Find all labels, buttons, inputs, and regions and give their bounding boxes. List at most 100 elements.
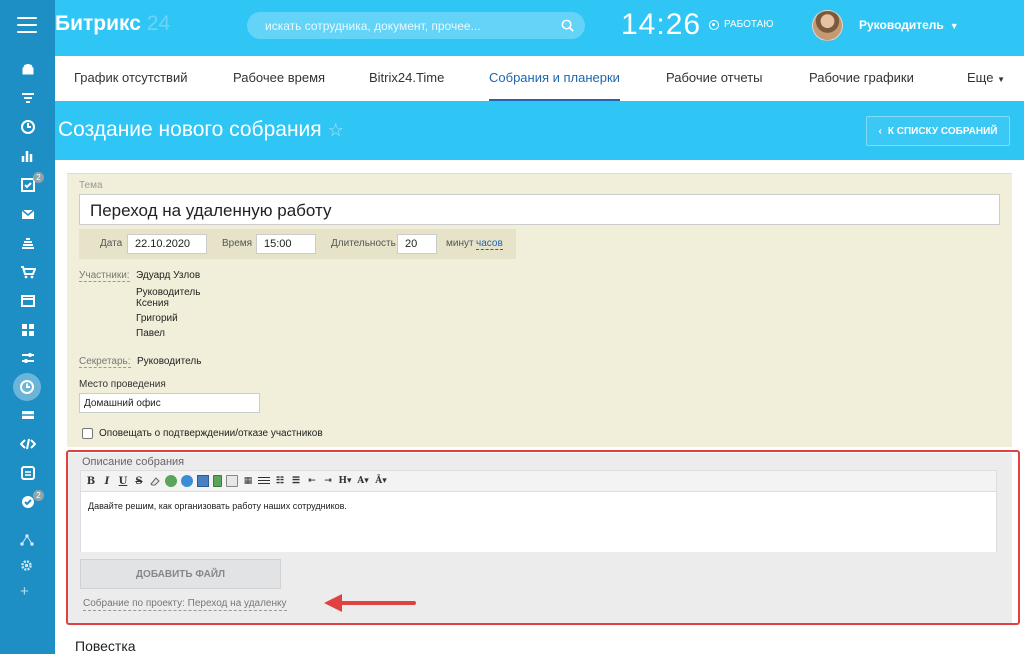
work-status-label: РАБОТАЮ [724, 19, 774, 30]
participant[interactable]: Руководитель [136, 287, 200, 298]
participant[interactable]: Павел [136, 328, 200, 339]
user-menu[interactable]: Руководитель ▼ [859, 18, 959, 32]
back-to-list-label: К СПИСКУ СОБРАНИЙ [887, 125, 998, 137]
notify-option[interactable]: Оповещать о подтверждении/отказе участни… [82, 428, 323, 439]
add-file-button[interactable]: ДОБАВИТЬ ФАЙЛ [80, 559, 281, 589]
main-card: Тема Переход на удаленную работу Дата 22… [55, 160, 1024, 654]
time-icon[interactable] [13, 373, 41, 401]
indent-icon[interactable]: ⇥ [322, 475, 334, 487]
tab-meetings[interactable]: Собрания и планерки [489, 70, 620, 101]
italic-icon[interactable]: I [101, 475, 113, 487]
tab-work-schedules[interactable]: Рабочие графики [809, 70, 914, 85]
participant[interactable]: Григорий [136, 313, 200, 324]
outdent-icon[interactable]: ⇤ [306, 475, 318, 487]
globe-icon[interactable] [181, 475, 193, 487]
sites-icon[interactable] [17, 291, 39, 311]
video-icon[interactable] [213, 475, 222, 487]
duration-input[interactable]: 20 [397, 234, 437, 254]
description-editor[interactable]: Давайте решим, как организовать работу н… [80, 492, 997, 552]
bullet-list-icon[interactable]: ☰ [290, 475, 302, 487]
gear-icon[interactable] [20, 559, 33, 575]
description-section: Описание собрания B I U S ▦ ☷ ☰ ⇤ ⇥ H▾ A… [67, 453, 1012, 623]
secretary-label[interactable]: Секретарь: [79, 356, 131, 368]
place-label: Место проведения [79, 379, 166, 390]
crm-icon[interactable] [17, 233, 39, 253]
drive-icon[interactable] [17, 405, 39, 425]
android-icon[interactable] [17, 59, 39, 79]
logo-text: Битрикс [55, 12, 141, 35]
underline-icon[interactable]: U [117, 475, 129, 487]
cart-icon[interactable] [17, 262, 39, 282]
participant[interactable]: Эдуард Узлов [136, 270, 200, 281]
work-status-button[interactable]: РАБОТАЮ [709, 19, 773, 30]
meeting-form: Тема Переход на удаленную работу Дата 22… [67, 173, 1012, 447]
clock: 14:26 [621, 8, 702, 41]
tab-work-reports[interactable]: Рабочие отчеты [666, 70, 763, 85]
tab-bitrix-time[interactable]: Bitrix24.Time [369, 70, 444, 85]
editor-toolbar: B I U S ▦ ☷ ☰ ⇤ ⇥ H▾ A▾ Ā▾ [80, 470, 997, 492]
date-input[interactable]: 22.10.2020 [127, 234, 207, 254]
structure-icon[interactable] [20, 534, 34, 549]
tab-absence[interactable]: График отсутствий [74, 70, 187, 85]
participants-label[interactable]: Участники: [79, 270, 130, 282]
tab-work-time[interactable]: Рабочее время [233, 70, 325, 85]
align-icon[interactable] [258, 476, 270, 486]
status-dot-icon [709, 19, 719, 30]
secretary-value[interactable]: Руководитель [137, 356, 201, 367]
filter-icon[interactable] [17, 89, 39, 109]
link-icon[interactable] [165, 475, 177, 487]
plus-icon[interactable]: + [20, 583, 29, 600]
table-icon[interactable]: ▦ [242, 475, 254, 487]
quote-icon[interactable] [226, 475, 238, 487]
page-title: Создание нового собрания ☆ [58, 118, 344, 142]
chevron-down-icon: ▼ [949, 21, 959, 31]
code-icon[interactable] [17, 434, 39, 454]
time-input[interactable]: 15:00 [256, 234, 316, 254]
chevron-left-icon: ‹ [878, 125, 882, 137]
tasks-badge: 2 [33, 172, 44, 183]
topic-input[interactable]: Переход на удаленную работу [79, 194, 1000, 225]
bold-icon[interactable]: B [85, 475, 97, 487]
datetime-row: Дата 22.10.2020 Время 15:00 Длительность… [79, 229, 516, 259]
agenda-title: Повестка [75, 638, 136, 654]
logo[interactable]: Битрикс 24 [55, 12, 170, 36]
top-bar: Битрикс 24 искать сотрудника, документ, … [55, 0, 1024, 50]
settings-sliders-icon[interactable] [17, 348, 39, 368]
apps-icon[interactable] [17, 320, 39, 340]
menu-icon[interactable] [17, 17, 37, 33]
project-link[interactable]: Собрание по проекту: Переход на удаленку [83, 598, 287, 611]
page-title-text: Создание нового собрания [58, 118, 322, 141]
duration-label: Длительность [331, 238, 396, 249]
search-input[interactable]: искать сотрудника, документ, прочее... [247, 12, 585, 39]
left-rail: 2 2 + [0, 0, 55, 654]
mail-icon[interactable] [17, 204, 39, 224]
font-size-icon[interactable]: A▾ [356, 475, 370, 487]
participant[interactable]: Ксения [136, 298, 200, 309]
font-color-icon[interactable]: Ā▾ [374, 475, 388, 487]
logo-number: 24 [146, 12, 171, 35]
annotation-arrow-icon [324, 594, 416, 612]
date-label: Дата [100, 238, 123, 249]
heading-icon[interactable]: H▾ [338, 475, 352, 487]
tabs-bar: График отсутствий Рабочее время Bitrix24… [55, 56, 1024, 101]
place-input[interactable]: Домашний офис [79, 393, 260, 413]
eraser-icon[interactable] [149, 475, 161, 487]
user-name: Руководитель [859, 18, 944, 32]
chevron-down-icon: ▼ [997, 75, 1005, 84]
image-icon[interactable] [197, 475, 209, 487]
strikethrough-icon[interactable]: S [133, 475, 145, 487]
minutes-label: минут [446, 238, 474, 249]
avatar[interactable] [812, 10, 843, 41]
notify-checkbox[interactable] [82, 428, 93, 439]
bar-chart-icon[interactable] [17, 146, 39, 166]
star-icon[interactable]: ☆ [328, 120, 344, 141]
participants-list: Эдуард Узлов Руководитель Ксения Григори… [136, 270, 200, 343]
back-to-list-button[interactable]: ‹ К СПИСКУ СОБРАНИЙ [866, 116, 1010, 146]
numbered-list-icon[interactable]: ☷ [274, 475, 286, 487]
search-icon[interactable] [560, 18, 575, 33]
hours-link[interactable]: часов [476, 238, 503, 250]
sync-icon[interactable] [17, 463, 39, 483]
tab-more[interactable]: Еще ▼ [967, 70, 1005, 85]
chat-icon[interactable] [17, 117, 39, 137]
tab-more-label: Еще [967, 70, 994, 85]
